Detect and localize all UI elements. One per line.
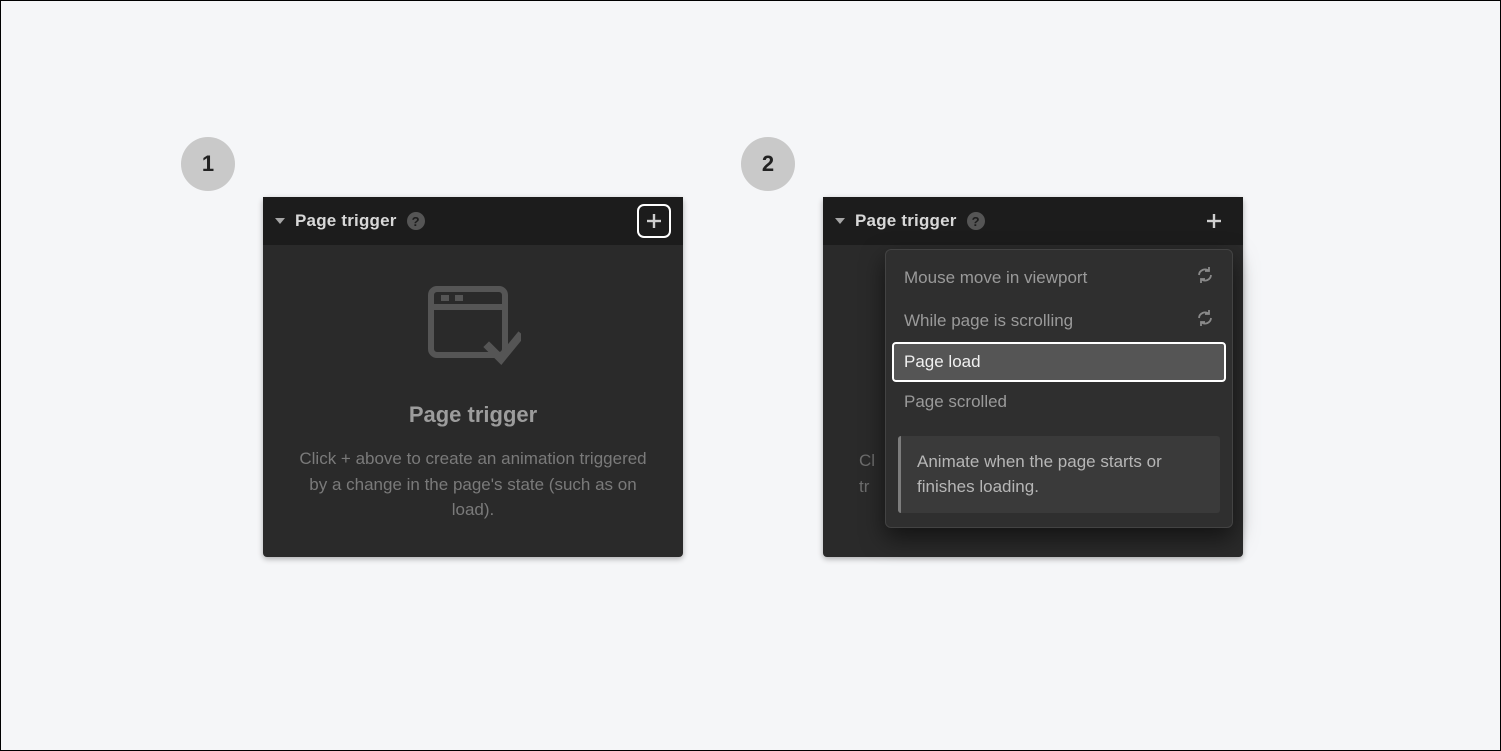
add-trigger-button[interactable] — [637, 204, 671, 238]
help-icon[interactable]: ? — [407, 212, 425, 230]
empty-title: Page trigger — [409, 402, 537, 428]
panel-header: Page trigger ? — [263, 197, 683, 245]
dropdown-item-page-load[interactable]: Page load — [892, 342, 1226, 382]
browser-window-icon — [425, 281, 521, 378]
obscured-empty-text: Cl tr — [859, 448, 875, 499]
continuous-icon — [1196, 309, 1214, 332]
page-trigger-panel-open: Page trigger ? Cl tr Mouse move in viewp… — [823, 197, 1243, 557]
empty-description: Click + above to create an animation tri… — [293, 446, 653, 523]
continuous-icon — [1196, 266, 1214, 289]
empty-state: Page trigger Click + above to create an … — [263, 245, 683, 553]
add-trigger-button[interactable] — [1197, 204, 1231, 238]
dropdown-tooltip: Animate when the page starts or finishes… — [898, 436, 1220, 513]
step-badge-2: 2 — [741, 137, 795, 191]
caret-down-icon[interactable] — [835, 218, 845, 224]
dropdown-item-label: Mouse move in viewport — [904, 268, 1087, 288]
help-icon[interactable]: ? — [967, 212, 985, 230]
panel-header: Page trigger ? — [823, 197, 1243, 245]
trigger-type-dropdown: Mouse move in viewport While page is scr… — [885, 249, 1233, 528]
caret-down-icon[interactable] — [275, 218, 285, 224]
dropdown-item-label: Page load — [904, 352, 981, 372]
panel-title: Page trigger — [295, 211, 397, 231]
dropdown-item-page-scrolled[interactable]: Page scrolled — [892, 382, 1226, 422]
dropdown-item-while-scrolling[interactable]: While page is scrolling — [892, 299, 1226, 342]
dropdown-item-mouse-move[interactable]: Mouse move in viewport — [892, 256, 1226, 299]
dropdown-item-label: Page scrolled — [904, 392, 1007, 412]
step-badge-1: 1 — [181, 137, 235, 191]
page-trigger-panel: Page trigger ? Page trigger Click + abov… — [263, 197, 683, 557]
dropdown-item-label: While page is scrolling — [904, 311, 1073, 331]
plus-icon — [645, 212, 663, 230]
panel-title: Page trigger — [855, 211, 957, 231]
plus-icon — [1205, 212, 1223, 230]
